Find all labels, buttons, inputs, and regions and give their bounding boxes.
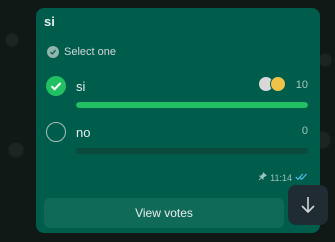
poll-instruction-text: Select one xyxy=(64,46,116,58)
option-vote-count: 10 xyxy=(295,79,308,91)
double-check-icon xyxy=(295,173,308,183)
option-progress-bar xyxy=(76,102,308,108)
poll-option-no[interactable]: no 0 xyxy=(46,122,310,162)
message-meta: 11:14 xyxy=(258,172,308,183)
option-label: no xyxy=(76,125,91,140)
poll-message-bubble: si Select one si 10 no 0 11:14 View vote… xyxy=(36,8,320,233)
message-time: 11:14 xyxy=(270,172,292,183)
option-progress-bar xyxy=(76,148,308,154)
option-progress-fill xyxy=(76,102,308,108)
option-label: si xyxy=(76,79,86,94)
poll-instruction: Select one xyxy=(47,46,116,58)
poll-option-si[interactable]: si 10 xyxy=(46,76,310,116)
avatar xyxy=(270,76,286,92)
option-vote-count: 0 xyxy=(301,125,308,137)
select-one-check-icon xyxy=(47,46,59,58)
pin-icon xyxy=(258,172,268,183)
scroll-to-bottom-button[interactable] xyxy=(288,185,328,225)
view-votes-button[interactable]: View votes xyxy=(44,198,284,228)
poll-title: si xyxy=(44,14,55,29)
arrow-down-icon xyxy=(301,197,315,214)
option-unselected-circle-icon[interactable] xyxy=(46,122,66,142)
voter-avatars[interactable] xyxy=(258,76,288,94)
option-selected-check-icon[interactable] xyxy=(46,76,66,96)
